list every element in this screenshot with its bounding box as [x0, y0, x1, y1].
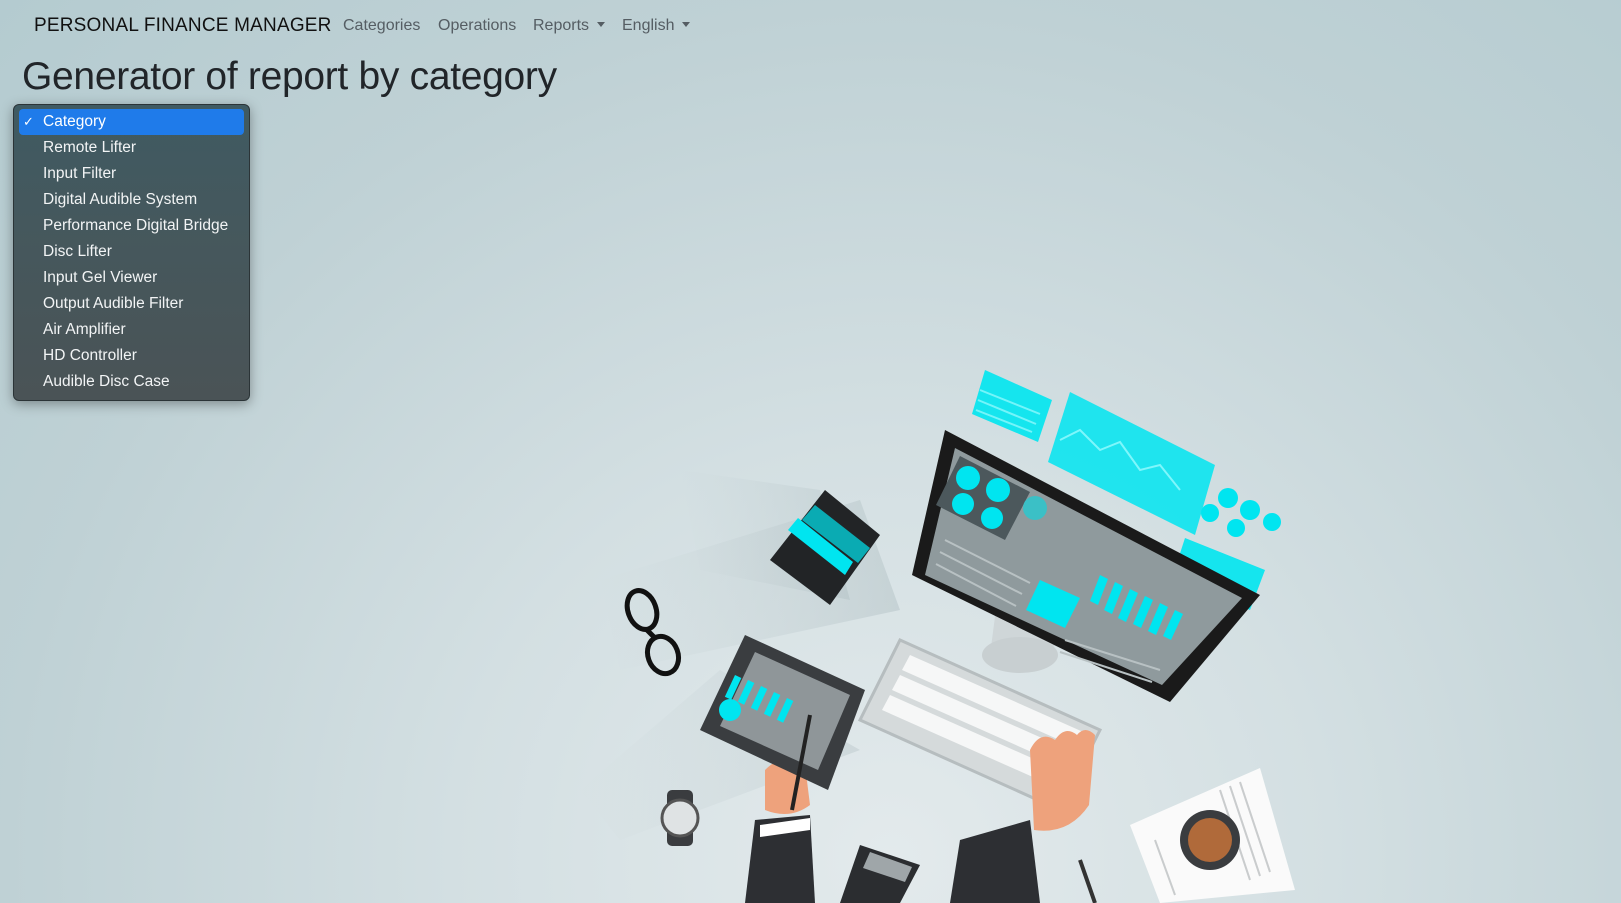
category-option[interactable]: Disc Lifter	[19, 239, 244, 265]
category-option[interactable]: Air Amplifier	[19, 317, 244, 343]
brand-title[interactable]: PERSONAL FINANCE MANAGER	[34, 15, 332, 37]
nav-language-label: English	[622, 17, 675, 34]
category-option[interactable]: Performance Digital Bridge	[19, 213, 244, 239]
calculator	[840, 845, 920, 903]
category-option[interactable]: Audible Disc Case	[19, 369, 244, 395]
desk-illustration	[580, 370, 1295, 903]
chevron-down-icon	[597, 22, 606, 27]
watch	[660, 790, 700, 846]
chevron-down-icon	[682, 22, 691, 27]
category-option[interactable]: HD Controller	[19, 343, 244, 369]
category-select-dropdown[interactable]: ✓ Category Remote Lifter Input Filter Dig…	[13, 104, 250, 401]
navbar: PERSONAL FINANCE MANAGER Categories Oper…	[0, 0, 1621, 52]
coffee-and-paper	[1078, 768, 1295, 903]
category-option[interactable]: Output Audible Filter	[19, 291, 244, 317]
nav-operations[interactable]: Operations	[438, 17, 516, 35]
category-option[interactable]: Input Gel Viewer	[19, 265, 244, 291]
nav-categories[interactable]: Categories	[343, 17, 420, 35]
option-label: Category	[43, 113, 106, 130]
nav-language-dropdown[interactable]: English	[622, 17, 691, 35]
category-option[interactable]: Digital Audible System	[19, 187, 244, 213]
category-option[interactable]: Remote Lifter	[19, 135, 244, 161]
nav-reports-dropdown[interactable]: Reports	[533, 17, 606, 35]
page-title: Generator of report by category	[22, 55, 557, 98]
checkmark-icon: ✓	[23, 114, 34, 129]
category-option[interactable]: Input Filter	[19, 161, 244, 187]
category-option[interactable]: ✓ Category	[19, 109, 244, 135]
nav-reports-label: Reports	[533, 17, 590, 34]
